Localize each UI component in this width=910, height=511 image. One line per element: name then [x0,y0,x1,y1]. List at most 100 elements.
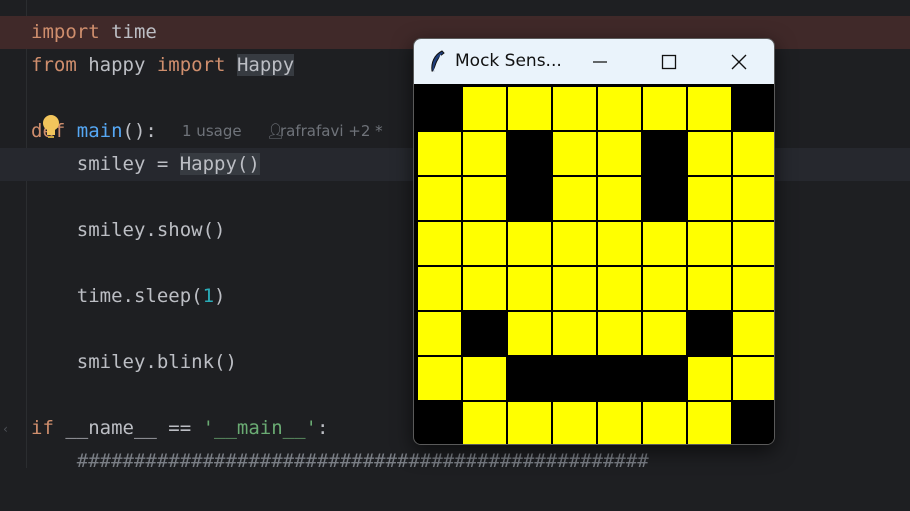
led-cell [642,266,687,311]
author-hint[interactable]: 👤︎rafrafavi +2 * [266,115,383,148]
led-cell [732,311,774,356]
minimize-icon [593,60,607,63]
led-cell [732,86,774,131]
led-cell [642,311,687,356]
keyword: if [31,417,54,439]
close-icon [731,54,747,69]
led-cell [642,131,687,176]
led-cell [552,86,597,131]
led-cell [687,311,732,356]
led-cell [417,176,462,221]
led-cell [417,131,462,176]
led-cell [507,266,552,311]
keyword: import [31,21,100,43]
punctuation: : [317,417,329,439]
led-cell [552,401,597,444]
led-cell [417,356,462,401]
led-cell [462,356,507,401]
window-titlebar[interactable]: Mock Sens... [414,39,774,84]
code-line-comment-hashes[interactable]: ########################################… [0,445,910,478]
led-cell [597,131,642,176]
led-cell [462,86,507,131]
mock-sensor-window[interactable]: Mock Sens... [413,38,775,445]
usage-hint[interactable]: 1 usage [182,115,242,148]
led-cell [732,356,774,401]
led-cell [417,311,462,356]
led-cell [687,266,732,311]
led-cell [732,266,774,311]
maximize-button[interactable] [646,39,692,84]
led-cell [462,176,507,221]
led-cell [642,86,687,131]
led-cell [597,176,642,221]
led-cell [507,311,552,356]
led-cell [597,356,642,401]
led-cell [552,131,597,176]
minimize-button[interactable] [577,39,623,84]
module-name: time [99,21,157,43]
string-literal: '__main__' [202,417,317,439]
punctuation: ) [214,285,226,307]
code-text: __name__ == [53,417,203,439]
led-cell [417,221,462,266]
led-cell [507,131,552,176]
fold-icon[interactable]: ‹ [2,422,9,436]
code-text: time.sleep( [31,285,203,307]
code-text: smiley.blink() [31,351,237,373]
lightbulb-icon[interactable] [42,114,60,140]
led-cell [417,401,462,444]
maximize-icon [661,54,677,69]
led-cell [507,176,552,221]
punctuation: (): [122,120,157,142]
keyword: from [31,54,77,76]
led-matrix [417,86,774,444]
led-cell [642,401,687,444]
led-cell [462,131,507,176]
led-cell [642,356,687,401]
led-cell [732,401,774,444]
led-cell [507,356,552,401]
led-cell [687,131,732,176]
led-cell [687,401,732,444]
led-cell [552,356,597,401]
number-literal: 1 [202,285,215,307]
led-cell [687,356,732,401]
led-cell [552,221,597,266]
led-cell [552,266,597,311]
led-cell [597,86,642,131]
window-title: Mock Sens... [455,51,562,71]
led-cell [642,221,687,266]
keyword: import [156,54,226,76]
led-cell [732,131,774,176]
feather-icon [431,50,445,74]
led-cell [687,221,732,266]
led-cell [417,86,462,131]
led-cell [732,176,774,221]
led-cell [462,401,507,444]
function-name: main [76,120,123,142]
led-cell [597,401,642,444]
comment-text: ########################################… [31,450,649,472]
led-cell [597,311,642,356]
led-cell [552,176,597,221]
led-cell [687,86,732,131]
led-cell [642,176,687,221]
code-text: smiley.show() [31,219,226,241]
led-cell [462,266,507,311]
led-cell [687,176,732,221]
led-cell [507,221,552,266]
class-reference: Happy [179,153,237,175]
author-hint-label: rafrafavi +2 * [280,122,383,140]
led-cell [552,311,597,356]
led-cell [507,401,552,444]
close-button[interactable] [716,39,762,84]
led-cell [597,266,642,311]
led-cell [507,86,552,131]
module-name: happy [76,54,157,76]
led-cell [597,221,642,266]
person-icon: 👤︎ [266,122,286,140]
code-text: smiley = [31,153,180,175]
led-cell [462,221,507,266]
led-cell [732,221,774,266]
imported-symbol: Happy [236,54,295,76]
